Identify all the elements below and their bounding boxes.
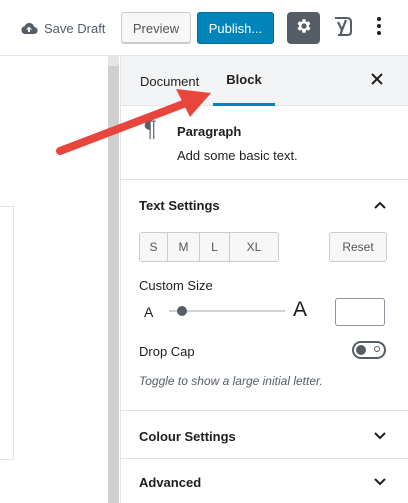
custom-size-label: Custom Size xyxy=(139,278,213,293)
publish-button[interactable]: Publish... xyxy=(197,12,274,44)
save-draft-label: Save Draft xyxy=(44,20,106,36)
range-small-a-label: A xyxy=(144,304,154,320)
canvas-scrollbar[interactable] xyxy=(108,56,119,503)
text-settings-toggle[interactable]: Text Settings xyxy=(139,198,220,213)
font-size-xl-button[interactable]: XL xyxy=(230,233,278,261)
yoast-seo-button[interactable] xyxy=(330,14,356,42)
cloud-upload-icon xyxy=(20,21,38,35)
scrollbar-thumb[interactable] xyxy=(108,66,119,503)
tab-document[interactable]: Document xyxy=(140,56,199,106)
font-size-medium-button[interactable]: M xyxy=(168,233,200,261)
font-size-picker: S M L XL xyxy=(139,232,279,262)
block-card-description: Add some basic text. xyxy=(177,148,298,163)
font-size-reset-button[interactable]: Reset xyxy=(329,232,387,262)
colour-settings-panel[interactable]: Colour Settings xyxy=(121,411,408,459)
drop-cap-label: Drop Cap xyxy=(139,344,195,359)
save-draft-button[interactable]: Save Draft xyxy=(20,17,105,39)
text-settings-panel: Text Settings S M L XL Reset Custom Size… xyxy=(121,180,408,411)
more-vertical-icon xyxy=(377,16,381,40)
editor-header-toolbar: Save Draft Preview Publish... xyxy=(0,0,408,56)
editor-canvas[interactable] xyxy=(0,56,108,503)
colour-settings-toggle[interactable]: Colour Settings xyxy=(139,429,236,444)
close-sidebar-button[interactable] xyxy=(365,69,389,93)
tab-block[interactable]: Block xyxy=(213,56,275,106)
settings-sidebar: Document Block ¶ Paragraph Add some basi… xyxy=(120,56,408,503)
sidebar-tabs: Document Block xyxy=(121,56,408,106)
advanced-toggle[interactable]: Advanced xyxy=(139,475,201,490)
toggle-off-indicator xyxy=(374,346,380,352)
drop-cap-help-text: Toggle to show a large initial letter. xyxy=(139,374,323,388)
close-icon xyxy=(371,72,383,90)
paragraph-icon: ¶ xyxy=(143,118,157,143)
toggle-knob xyxy=(356,345,366,355)
custom-size-input[interactable] xyxy=(335,298,385,326)
drop-cap-toggle[interactable] xyxy=(352,341,386,359)
font-size-large-button[interactable]: L xyxy=(200,233,230,261)
preview-button[interactable]: Preview xyxy=(121,12,191,44)
selected-block-outline[interactable] xyxy=(0,206,14,460)
block-card-title: Paragraph xyxy=(177,124,242,139)
gear-icon xyxy=(295,17,313,40)
font-size-small-button[interactable]: S xyxy=(140,233,168,261)
range-large-a-label: A xyxy=(293,298,308,321)
more-tools-button[interactable] xyxy=(370,14,388,42)
custom-size-slider-handle[interactable] xyxy=(177,306,187,316)
chevron-down-icon[interactable] xyxy=(371,473,389,491)
settings-button[interactable] xyxy=(287,12,320,44)
yoast-icon xyxy=(332,14,354,43)
chevron-down-icon[interactable] xyxy=(371,427,389,445)
block-card: ¶ Paragraph Add some basic text. xyxy=(121,106,408,180)
advanced-panel[interactable]: Advanced xyxy=(121,459,408,503)
chevron-up-icon[interactable] xyxy=(371,196,389,214)
